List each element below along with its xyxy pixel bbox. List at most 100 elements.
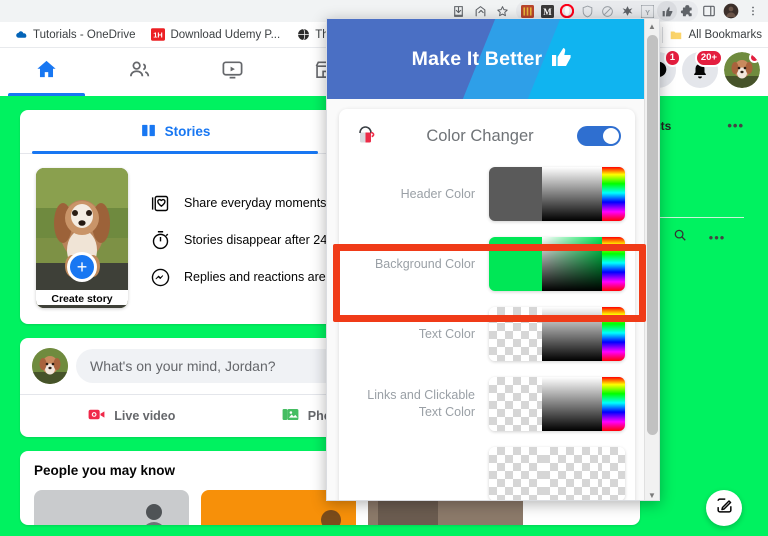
color-row-partial	[339, 439, 635, 500]
swatch-hue-strip[interactable]	[602, 447, 625, 500]
color-changer-panel: Color Changer Header Color Background Co…	[339, 109, 635, 500]
popup-scroll-area[interactable]: Color Changer Header Color Background Co…	[327, 99, 659, 500]
swatch-solid[interactable]	[489, 447, 542, 500]
messenger-icon	[148, 267, 172, 288]
nav-tab-friends[interactable]	[93, 48, 186, 96]
color-row-background: Background Color	[339, 229, 635, 299]
avatar[interactable]	[724, 52, 760, 88]
screenshot-root: M Y Tutorials - OneDrive 1H Download Ude…	[0, 0, 768, 536]
all-bookmarks-label[interactable]: All Bookmarks	[689, 29, 763, 41]
links-color-swatch[interactable]	[489, 377, 625, 431]
swatch-solid[interactable]	[489, 167, 542, 221]
color-row-label: Links and Clickable Text Color	[367, 388, 475, 419]
notifications-badge: 20+	[694, 49, 723, 67]
live-video-icon	[87, 405, 106, 427]
profile-avatar-icon[interactable]	[720, 0, 742, 22]
paint-bucket-icon	[353, 123, 383, 149]
divider	[654, 217, 744, 218]
panel-title: Color Changer	[426, 126, 534, 145]
dog-photo	[36, 168, 128, 308]
stories-book-icon	[140, 122, 157, 142]
swatch-hue-strip[interactable]	[602, 167, 625, 221]
toggle-knob	[603, 128, 619, 144]
color-row-label: Text Color	[418, 326, 475, 341]
onedrive-icon	[14, 28, 28, 42]
divider	[661, 26, 663, 43]
nav-tab-home[interactable]	[0, 48, 93, 96]
color-row-text: Text Color	[339, 299, 635, 369]
swatch-gradient[interactable]	[542, 377, 602, 431]
swatch-gradient[interactable]	[542, 237, 602, 291]
popup-banner: Make It Better	[327, 19, 659, 99]
nav-tab-list	[0, 48, 372, 96]
popup-title-group: Make It Better	[327, 19, 659, 99]
swatch-hue-strip[interactable]	[602, 307, 625, 361]
color-row-links: Links and Clickable Text Color	[339, 369, 635, 439]
extension-popup: Make It Better Color Changer Header Colo…	[326, 18, 660, 501]
panel-header: Color Changer	[339, 109, 635, 159]
contacts-tools: •••	[654, 228, 744, 247]
swatch-gradient[interactable]	[542, 447, 602, 500]
create-story-thumbnail[interactable]: + Create story	[36, 168, 128, 308]
globe-icon	[296, 28, 310, 42]
live-video-button[interactable]: Live video	[32, 395, 231, 437]
text-color-swatch[interactable]	[489, 307, 625, 361]
swatch-solid[interactable]	[489, 307, 542, 361]
background-color-swatch[interactable]	[489, 237, 625, 291]
swatch-solid[interactable]	[489, 377, 542, 431]
search-icon[interactable]	[673, 228, 687, 247]
contacts-header: cts •••	[654, 118, 744, 133]
folder-icon	[669, 28, 683, 42]
header-color-swatch[interactable]	[489, 167, 625, 221]
swatch-gradient[interactable]	[542, 307, 602, 361]
bookmark-label: Download Udemy P...	[170, 28, 281, 41]
status-badge	[749, 52, 760, 63]
tab-stories-label: Stories	[164, 124, 211, 139]
watch-video-icon	[221, 58, 244, 86]
notifications-button[interactable]: 20+	[682, 49, 723, 88]
live-video-label: Live video	[114, 409, 176, 423]
friends-icon	[128, 58, 151, 86]
caret-down-icon[interactable]: ▼	[645, 488, 659, 500]
1h-icon: 1H	[151, 28, 166, 42]
bookmark-item[interactable]: Tutorials - OneDrive	[6, 24, 143, 46]
puzzle-extensions-icon[interactable]	[677, 1, 697, 21]
bookmark-item[interactable]: 1H Download Udemy P...	[143, 24, 288, 46]
swatch-gradient[interactable]	[542, 167, 602, 221]
plus-icon[interactable]: +	[67, 252, 97, 282]
color-changer-toggle[interactable]	[577, 126, 621, 146]
chrome-menu-icon[interactable]	[742, 0, 764, 22]
contacts-card: cts ••• •••	[644, 110, 754, 255]
side-panel-icon[interactable]	[698, 0, 720, 22]
svg-text:M: M	[543, 6, 552, 16]
bookmark-label: Tutorials - OneDrive	[33, 28, 136, 41]
partial-color-swatch[interactable]	[489, 447, 625, 500]
compose-fab-button[interactable]	[706, 490, 742, 526]
svg-text:1H: 1H	[154, 31, 163, 40]
home-icon	[35, 58, 58, 86]
compose-pencil-icon	[715, 496, 734, 520]
person-photo	[34, 490, 189, 525]
swatch-hue-strip[interactable]	[602, 377, 625, 431]
pymk-card[interactable]	[34, 490, 189, 525]
right-column: cts ••• •••	[644, 110, 754, 255]
tab-stories[interactable]: Stories	[20, 110, 330, 154]
svg-text:Y: Y	[645, 7, 650, 16]
avatar[interactable]	[32, 348, 68, 384]
all-bookmarks-group: All Bookmarks	[661, 26, 763, 43]
stopwatch-icon	[148, 230, 172, 251]
photo-heart-icon	[148, 193, 172, 214]
swatch-solid[interactable]	[489, 237, 542, 291]
color-row-label: Header Color	[400, 186, 475, 201]
nav-tab-watch[interactable]	[186, 48, 279, 96]
ellipsis-icon[interactable]: •••	[727, 118, 744, 133]
color-row-header: Header Color	[339, 159, 635, 229]
messenger-badge: 1	[663, 49, 681, 67]
ellipsis-icon[interactable]: •••	[709, 230, 726, 245]
photo-video-icon	[281, 405, 300, 427]
create-story-label: Create story	[36, 290, 128, 305]
banner-title: Make It Better	[411, 47, 543, 70]
swatch-hue-strip[interactable]	[602, 237, 625, 291]
color-row-label: Background Color	[374, 256, 475, 271]
make-it-better-icon[interactable]	[657, 1, 677, 21]
